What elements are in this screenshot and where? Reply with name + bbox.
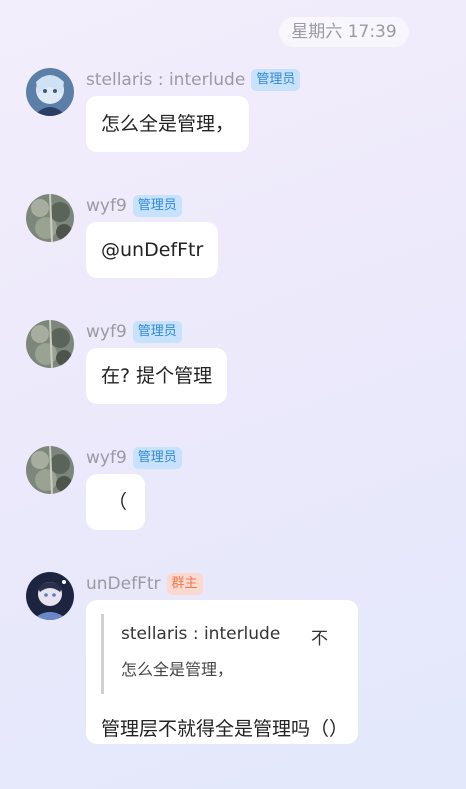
message-bubble[interactable]: 怎么全是管理， (86, 96, 250, 152)
quoted-message[interactable]: stellaris : interlude 不 怎么全是管理， (101, 614, 343, 694)
message-bubble[interactable]: （ (86, 474, 146, 530)
message-header: unDefFtr 群主 (86, 572, 203, 596)
sender-name[interactable]: wyf9 (86, 447, 127, 469)
message-header: wyf9 管理员 (86, 194, 182, 218)
message-header: wyf9 管理员 (86, 446, 182, 470)
sender-name[interactable]: stellaris : interlude (86, 69, 245, 91)
admin-badge: 管理员 (132, 447, 182, 469)
quoted-sender-name: stellaris : interlude (121, 624, 281, 644)
sender-name[interactable]: unDefFtr (86, 573, 161, 595)
quoted-flag: 不 (311, 629, 328, 649)
avatar[interactable] (26, 68, 74, 116)
quoted-text: 怎么全是管理， (121, 660, 234, 679)
reply-text: 管理层不就得全是管理吗（） (101, 718, 349, 740)
message-bubble[interactable]: @unDefFtr (86, 222, 219, 278)
avatar[interactable] (26, 446, 74, 494)
owner-badge: 群主 (166, 573, 203, 595)
avatar[interactable] (26, 320, 74, 368)
admin-badge: 管理员 (132, 321, 182, 343)
sender-name[interactable]: wyf9 (86, 195, 127, 217)
message-timestamp: 星期六 17:39 (279, 17, 409, 47)
message-bubble[interactable]: stellaris : interlude 不 怎么全是管理， 管理层不就得全是… (86, 600, 358, 744)
admin-badge: 管理员 (251, 69, 301, 91)
message-header: stellaris : interlude 管理员 (86, 68, 301, 92)
message-bubble[interactable]: 在? 提个管理 (86, 348, 228, 404)
message-header: wyf9 管理员 (86, 320, 182, 344)
sender-name[interactable]: wyf9 (86, 321, 127, 343)
avatar[interactable] (26, 194, 74, 242)
admin-badge: 管理员 (132, 195, 182, 217)
avatar[interactable] (26, 572, 74, 620)
